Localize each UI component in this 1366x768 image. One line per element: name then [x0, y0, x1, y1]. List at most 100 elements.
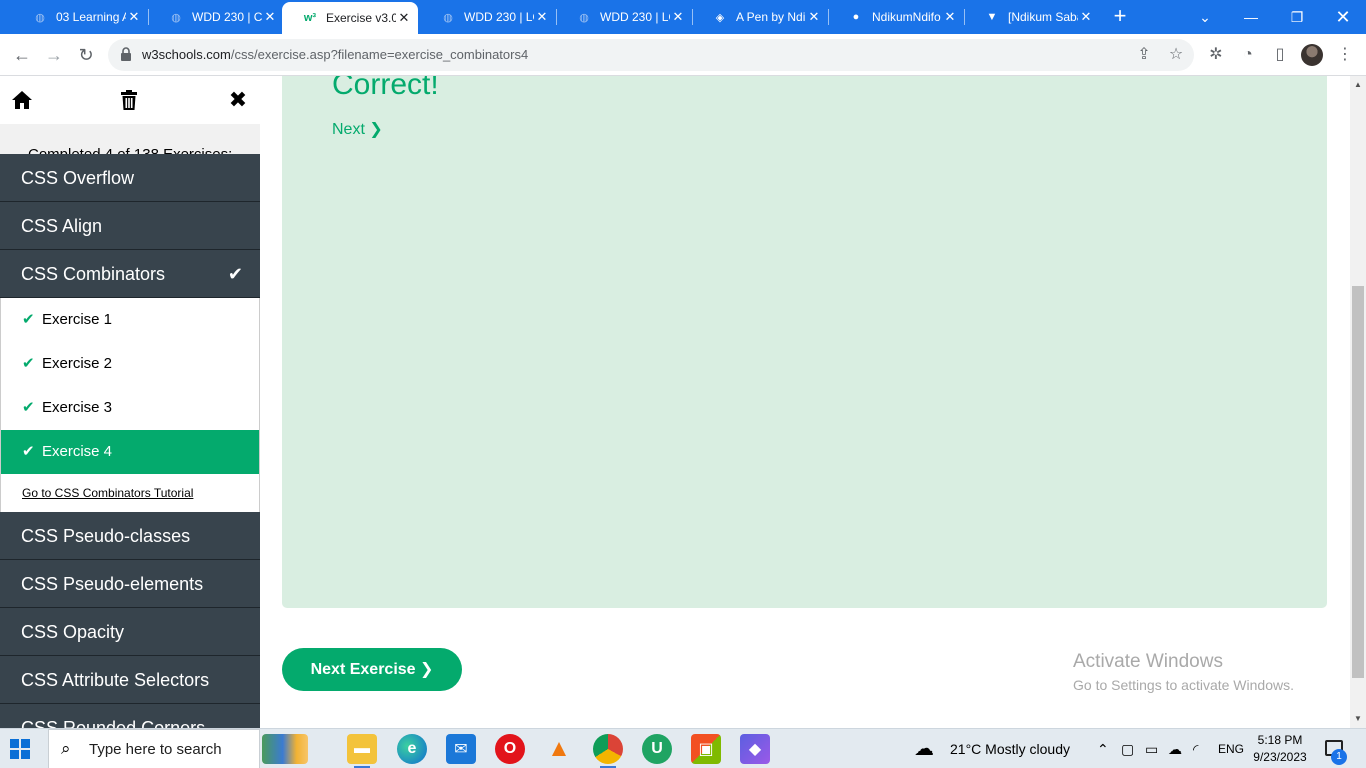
- category-label: CSS Align: [21, 216, 103, 236]
- minimize-button[interactable]: —: [1228, 0, 1274, 34]
- tab-separator: [692, 9, 693, 25]
- browser-tab[interactable]: ◍ WDD 230 | LO✕: [420, 0, 556, 34]
- windows-start-icon[interactable]: [10, 739, 30, 759]
- tab-title: Exercise v3.0: [326, 11, 396, 25]
- scrollbar-thumb[interactable]: [1352, 286, 1364, 678]
- new-tab-button[interactable]: +: [1108, 5, 1132, 29]
- result-title: Correct!: [332, 76, 439, 101]
- vlc-icon[interactable]: ▲: [544, 734, 574, 764]
- globe-icon: ◍: [35, 11, 45, 24]
- performance-icon[interactable]: ◔: [1238, 45, 1258, 65]
- opera-icon[interactable]: O: [495, 734, 525, 764]
- exercise-4-item[interactable]: ✔ Exercise 4: [1, 430, 259, 474]
- category-css-opacity[interactable]: CSS Opacity: [0, 608, 260, 656]
- category-css-align[interactable]: CSS Align: [0, 202, 260, 250]
- browser-tab[interactable]: ● NdikumNdifo ✕: [828, 0, 964, 34]
- browser-tab[interactable]: ◍ WDD 230 | CS✕: [148, 0, 284, 34]
- category-css-attribute-selectors[interactable]: CSS Attribute Selectors: [0, 656, 260, 704]
- upwork-icon[interactable]: U: [642, 734, 672, 764]
- close-tab-icon[interactable]: ✕: [942, 9, 958, 25]
- category-label: CSS Pseudo-classes: [21, 526, 191, 546]
- browser-toolbar: ← → ↻ w3schools.com/css/exercise.asp?fil…: [0, 34, 1366, 76]
- app-icon[interactable]: ◆: [740, 734, 770, 764]
- tab-search-icon[interactable]: ⌄: [1182, 0, 1228, 34]
- close-sidebar-icon[interactable]: ✖: [226, 88, 250, 112]
- category-css-overflow[interactable]: CSS Overflow: [0, 154, 260, 202]
- tab-title: WDD 230 | LO: [464, 10, 534, 24]
- wifi-icon[interactable]: ◜: [1193, 729, 1198, 768]
- category-label: CSS Pseudo-elements: [21, 574, 204, 594]
- forward-arrow-icon[interactable]: →: [42, 43, 66, 67]
- edge-browser-icon[interactable]: e: [397, 734, 427, 764]
- page-scrollbar[interactable]: ▲ ▼: [1350, 76, 1366, 728]
- category-css-pseudo-elements[interactable]: CSS Pseudo-elements: [0, 560, 260, 608]
- hidden-icons-chevron-icon[interactable]: ⌃: [1097, 729, 1109, 768]
- extensions-puzzle-icon[interactable]: ✲: [1206, 45, 1226, 65]
- close-tab-icon[interactable]: ✕: [670, 9, 686, 25]
- home-icon[interactable]: [10, 88, 34, 112]
- scroll-down-arrow-icon[interactable]: ▼: [1350, 712, 1366, 726]
- meet-icon[interactable]: ▢: [1121, 729, 1134, 768]
- language-indicator[interactable]: ENG: [1218, 729, 1244, 768]
- close-tab-icon[interactable]: ✕: [262, 9, 278, 25]
- check-icon: ✔: [22, 443, 35, 460]
- search-placeholder: Type here to search: [89, 741, 222, 758]
- watermark-title: Activate Windows: [1073, 651, 1223, 672]
- news-widget-icon[interactable]: [262, 734, 308, 764]
- store-icon[interactable]: ▣: [691, 734, 721, 764]
- trash-icon[interactable]: [117, 88, 141, 112]
- category-css-combinators[interactable]: CSS Combinators ✔: [0, 250, 260, 298]
- exercise-main: Correct! Next ❯ Next Exercise ❯ Activate…: [260, 76, 1350, 728]
- exercise-2-item[interactable]: ✔ Exercise 2: [1, 342, 259, 386]
- globe-icon: ◍: [443, 11, 453, 24]
- exercise-label: Exercise 3: [42, 399, 113, 416]
- battery-icon[interactable]: ▭: [1145, 729, 1158, 768]
- browser-tab[interactable]: ◈ A Pen by Ndik ✕: [692, 0, 828, 34]
- browser-tab[interactable]: ◍ WDD 230 | LO✕: [556, 0, 692, 34]
- mail-icon[interactable]: ✉: [446, 734, 476, 764]
- close-window-button[interactable]: ✕: [1320, 0, 1366, 34]
- exercise-3-item[interactable]: ✔ Exercise 3: [1, 386, 259, 430]
- close-tab-icon[interactable]: ✕: [1078, 9, 1094, 25]
- sidebar-toolbar: ✖: [0, 76, 260, 124]
- next-exercise-button[interactable]: Next Exercise ❯: [282, 648, 462, 691]
- tutorial-link[interactable]: Go to CSS Combinators Tutorial: [1, 474, 259, 512]
- browser-tab[interactable]: ▼ [Ndikum Saba ✕: [964, 0, 1100, 34]
- back-arrow-icon[interactable]: ←: [10, 43, 34, 67]
- category-css-rounded-corners[interactable]: CSS Rounded Corners: [0, 704, 260, 728]
- close-tab-icon[interactable]: ✕: [806, 9, 822, 25]
- reload-icon[interactable]: ↻: [74, 43, 98, 67]
- tab-separator: [556, 9, 557, 25]
- exercise-1-item[interactable]: ✔ Exercise 1: [1, 298, 259, 342]
- profile-avatar[interactable]: [1301, 44, 1323, 66]
- share-icon[interactable]: ⇪: [1134, 45, 1154, 65]
- exercise-label: Exercise 2: [42, 355, 113, 372]
- close-tab-icon[interactable]: ✕: [534, 9, 550, 25]
- close-tab-icon[interactable]: ✕: [126, 9, 142, 25]
- taskbar-search-box[interactable]: ⌕ Type here to search: [48, 729, 260, 768]
- bookmark-star-icon[interactable]: ☆: [1166, 45, 1186, 65]
- check-icon: ✔: [22, 399, 35, 416]
- close-tab-icon[interactable]: ✕: [396, 10, 412, 26]
- scroll-up-arrow-icon[interactable]: ▲: [1350, 78, 1366, 92]
- weather-text[interactable]: 21°C Mostly cloudy: [950, 729, 1070, 768]
- menu-kebab-icon[interactable]: ⋮: [1335, 45, 1355, 65]
- browser-tab[interactable]: ◍ 03 Learning A ✕: [12, 0, 148, 34]
- side-panel-icon[interactable]: ▯: [1270, 45, 1290, 65]
- tab-title: NdikumNdifo: [872, 10, 941, 24]
- category-css-pseudo-classes[interactable]: CSS Pseudo-classes: [0, 512, 260, 560]
- file-explorer-icon[interactable]: ▬: [347, 734, 377, 768]
- system-clock[interactable]: 5:18 PM 9/23/2023: [1245, 732, 1315, 766]
- network-icon[interactable]: ☁: [1168, 729, 1182, 768]
- lock-icon: [121, 47, 131, 61]
- tab-title: 03 Learning A: [56, 10, 126, 24]
- browser-tab[interactable]: w³ Exercise v3.0 ✕: [282, 2, 418, 34]
- restore-button[interactable]: ❐: [1274, 0, 1320, 34]
- next-link[interactable]: Next ❯: [332, 119, 383, 139]
- screen: ◍03 Learning A✕◍WDD 230 | CS✕w³Exercise …: [0, 0, 1366, 768]
- address-bar[interactable]: w3schools.com/css/exercise.asp?filename=…: [108, 39, 1194, 71]
- exercise-label: Exercise 1: [42, 311, 113, 328]
- weather-cloud-icon[interactable]: ☁: [914, 729, 934, 768]
- chrome-icon[interactable]: [593, 734, 623, 768]
- globe-icon: ◍: [579, 11, 589, 24]
